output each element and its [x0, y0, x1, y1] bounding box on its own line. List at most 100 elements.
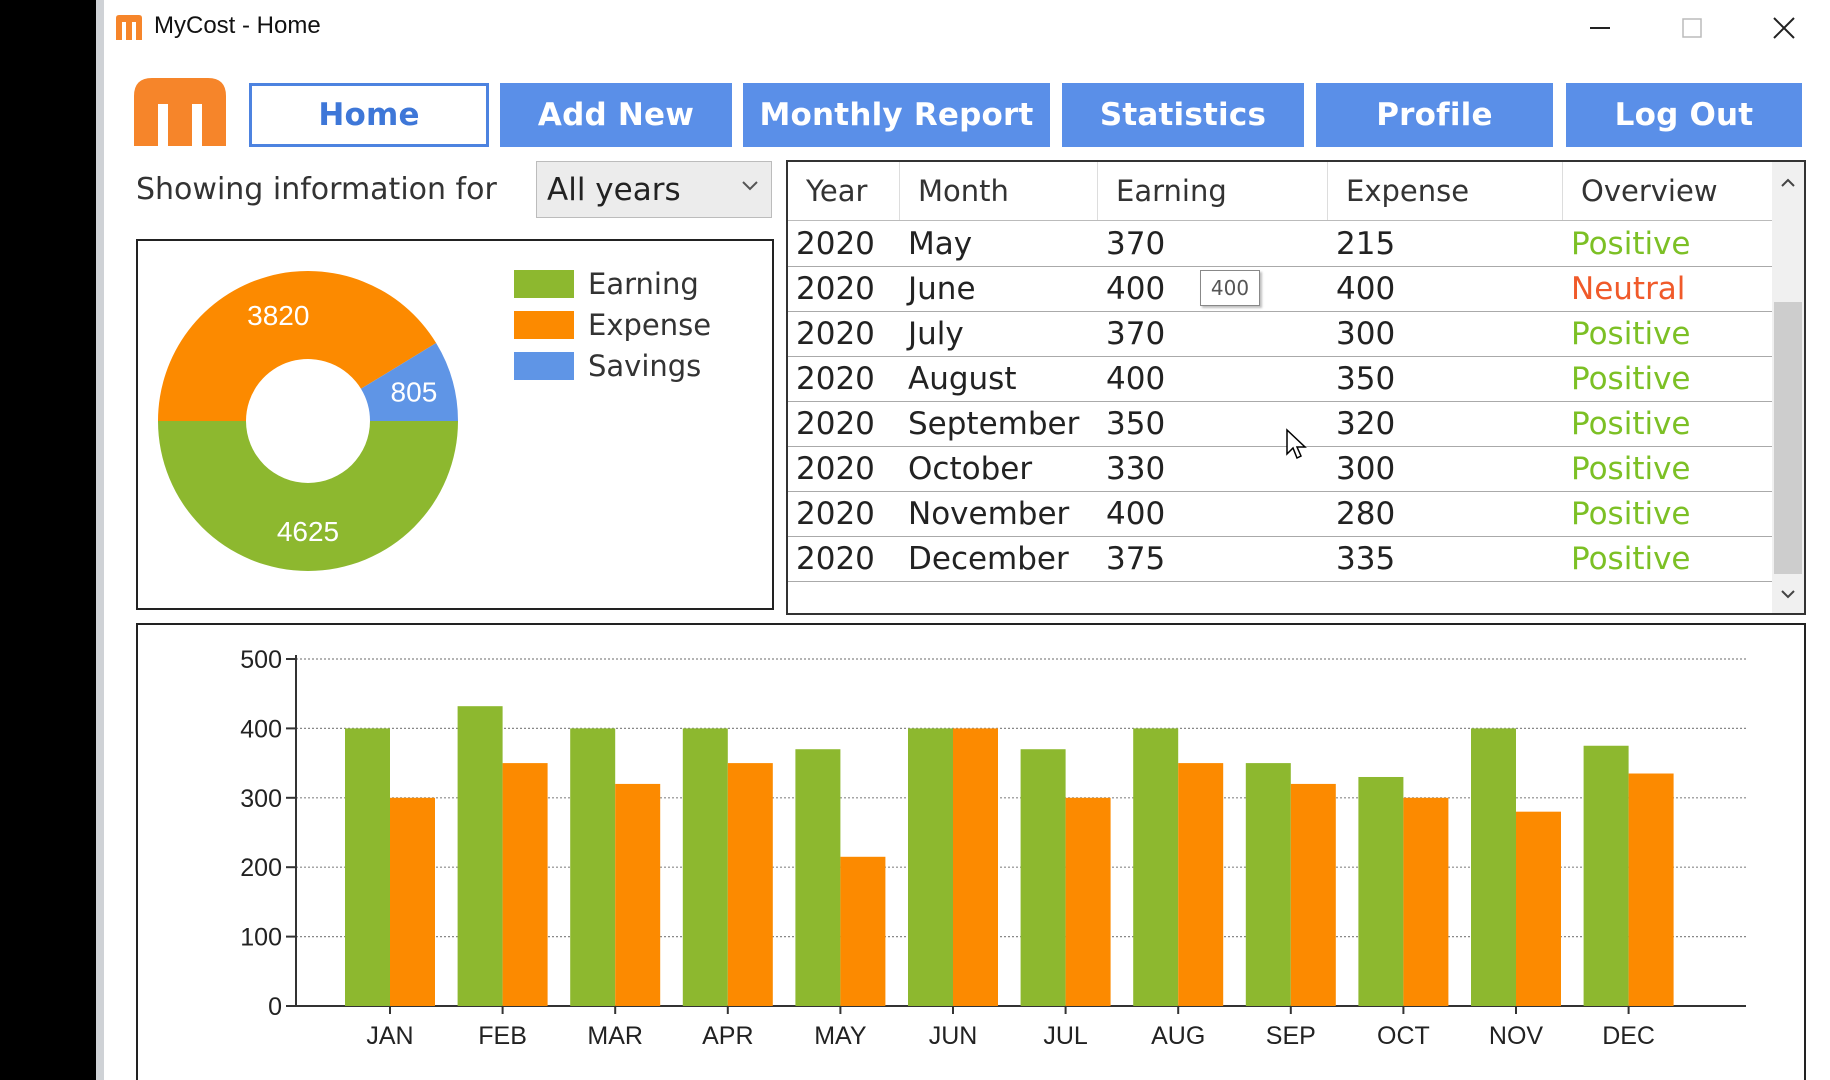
window-edge	[96, 0, 104, 1080]
x-tick-label: OCT	[1377, 1022, 1430, 1050]
bar-earning-apr	[682, 728, 728, 1006]
bar-earning-jul	[1020, 749, 1066, 1006]
x-tick-label: FEB	[478, 1022, 527, 1050]
cell-month: June	[908, 271, 976, 307]
cell-overview: Positive	[1571, 451, 1691, 487]
close-icon	[1773, 17, 1795, 39]
cell-overview: Positive	[1571, 226, 1691, 262]
cell-expense: 335	[1336, 541, 1396, 577]
cell-month: August	[908, 361, 1017, 397]
nav-profile-button[interactable]: Profile	[1316, 83, 1553, 147]
bar-earning-jan	[345, 728, 390, 1006]
cell-month: May	[908, 226, 973, 262]
column-header-month[interactable]: Month	[900, 162, 1098, 220]
cell-overview: Positive	[1571, 496, 1691, 532]
column-header-expense[interactable]: Expense	[1328, 162, 1563, 220]
cell-month: November	[908, 496, 1070, 532]
legend-item-earning: Earning	[514, 263, 711, 304]
bar-expense-jun	[953, 728, 998, 1006]
cell-expense: 400	[1336, 271, 1396, 307]
cell-earning: 400	[1106, 361, 1166, 397]
table-row[interactable]: 2020 November 400 280 Positive	[788, 492, 1774, 537]
table-row[interactable]: 2020 December 375 335 Positive	[788, 537, 1774, 582]
minimize-button[interactable]	[1554, 0, 1646, 56]
cell-year: 2020	[796, 541, 875, 577]
cell-month: July	[908, 316, 964, 352]
nav-log-out-button[interactable]: Log Out	[1566, 83, 1802, 147]
donut-label-savings: 805	[391, 376, 438, 407]
nav-monthly-report-button[interactable]: Monthly Report	[743, 83, 1050, 147]
legend-swatch-expense	[514, 310, 574, 339]
table-row[interactable]: 2020 September 350 320 Positive	[788, 402, 1774, 447]
title-bar: MyCost - Home	[104, 0, 1830, 56]
table-row[interactable]: 2020 May 370 215 Positive	[788, 222, 1774, 267]
y-tick-label: 500	[240, 646, 282, 674]
scrollbar-thumb[interactable]	[1774, 302, 1802, 574]
y-tick-label: 200	[240, 854, 282, 882]
mycost-logo	[134, 78, 226, 146]
cell-expense: 280	[1336, 496, 1396, 532]
filter-label: Showing information for	[136, 172, 497, 207]
bar-earning-oct	[1358, 776, 1404, 1006]
monthly-bar-chart-panel: 0 100 200 300 400 500 JAN FEB MAR APR MAY JUN JUL AUG…	[136, 623, 1806, 1080]
nav-statistics-button[interactable]: Statistics	[1062, 83, 1304, 147]
monthly-table[interactable]: Year Month Earning Expense Overview 2020…	[786, 160, 1806, 615]
y-tick-label: 400	[240, 715, 282, 743]
chevron-down-icon	[742, 181, 758, 191]
legend-label-savings: Savings	[588, 348, 702, 383]
x-tick-label: MAR	[587, 1022, 643, 1050]
maximize-button[interactable]	[1646, 0, 1738, 56]
cell-year: 2020	[796, 496, 875, 532]
cell-overview: Positive	[1571, 541, 1691, 577]
y-tick-label: 100	[240, 924, 282, 952]
mouse-cursor-icon	[1286, 428, 1307, 460]
app-window: MyCost - Home Home Add New Monthly Repor…	[96, 0, 1830, 1080]
bar-earning-mar	[570, 728, 616, 1006]
cell-earning: 400	[1106, 496, 1166, 532]
table-row[interactable]: 2020 August 400 350 Positive	[788, 357, 1774, 402]
cell-expense: 300	[1336, 316, 1396, 352]
app-icon	[116, 15, 142, 40]
nav-add-new-button[interactable]: Add New	[500, 83, 732, 147]
cell-year: 2020	[796, 406, 875, 442]
table-row[interactable]: 2020 October 330 300 Positive	[788, 447, 1774, 492]
table-scrollbar[interactable]	[1772, 162, 1804, 613]
cell-earning: 370	[1106, 226, 1166, 262]
legend-swatch-earning	[514, 269, 574, 298]
cell-expense: 350	[1336, 361, 1396, 397]
x-tick-label: MAY	[814, 1022, 867, 1050]
cell-year: 2020	[796, 226, 875, 262]
bar-expense-nov	[1516, 811, 1561, 1006]
x-tick-label: SEP	[1266, 1022, 1316, 1050]
donut-legend: Earning Expense Savings	[514, 263, 711, 386]
bar-expense-jan	[390, 797, 435, 1006]
bar-expense-oct	[1403, 797, 1449, 1006]
cell-month: September	[908, 406, 1080, 442]
scroll-up-icon[interactable]	[1772, 168, 1804, 198]
bar-expense-may	[840, 856, 886, 1006]
scroll-down-icon[interactable]	[1772, 579, 1804, 609]
cell-month: December	[908, 541, 1069, 577]
donut-label-expense: 3820	[247, 300, 309, 331]
x-tick-label: JAN	[366, 1022, 413, 1050]
year-select[interactable]: All years	[536, 161, 772, 218]
y-tick-label: 0	[268, 993, 282, 1021]
table-row[interactable]: 2020 July 370 300 Positive	[788, 312, 1774, 357]
nav-home-button[interactable]: Home	[249, 83, 489, 147]
bar-earning-dec	[1583, 745, 1629, 1006]
bar-expense-dec	[1628, 773, 1674, 1006]
column-header-earning[interactable]: Earning	[1098, 162, 1328, 220]
bar-earning-nov	[1471, 728, 1516, 1006]
window-title: MyCost - Home	[154, 12, 321, 39]
column-header-year[interactable]: Year	[788, 162, 900, 220]
bar-earning-sep	[1245, 763, 1291, 1006]
cell-month: October	[908, 451, 1033, 487]
table-row[interactable]: 2020 June 400 400 Neutral	[788, 267, 1774, 312]
column-header-overview[interactable]: Overview	[1563, 162, 1774, 220]
cell-year: 2020	[796, 271, 875, 307]
close-button[interactable]	[1738, 0, 1830, 56]
cell-earning: 375	[1106, 541, 1166, 577]
legend-swatch-savings	[514, 351, 574, 380]
y-tick-label: 300	[240, 785, 282, 813]
donut-chart: 3820 805 4625	[158, 271, 458, 571]
